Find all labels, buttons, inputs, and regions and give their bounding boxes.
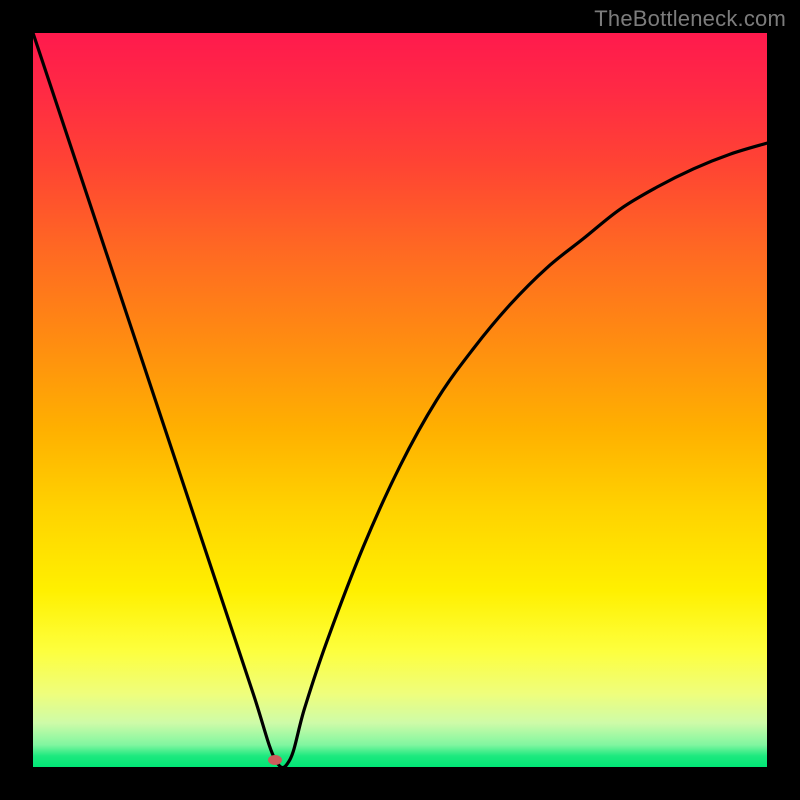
watermark-text: TheBottleneck.com: [594, 6, 786, 32]
bottleneck-curve: [33, 33, 767, 767]
optimal-point-marker: [268, 755, 282, 765]
chart-frame: TheBottleneck.com: [0, 0, 800, 800]
plot-area: [33, 33, 767, 767]
